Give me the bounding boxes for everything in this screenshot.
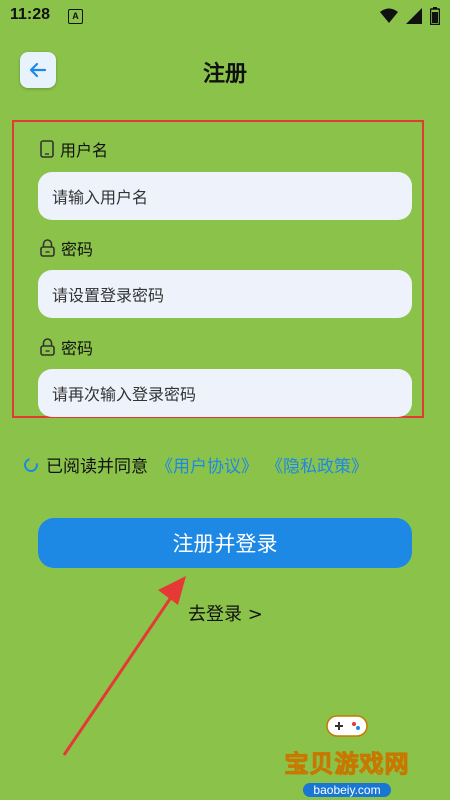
watermark: 宝贝游戏网 baobeiy.com bbox=[272, 712, 422, 798]
watermark-text: 宝贝游戏网 bbox=[284, 750, 410, 779]
annotation-arrow bbox=[62, 576, 186, 756]
gamepad-icon bbox=[326, 715, 368, 737]
watermark-url: baobeiy.com bbox=[303, 783, 391, 797]
